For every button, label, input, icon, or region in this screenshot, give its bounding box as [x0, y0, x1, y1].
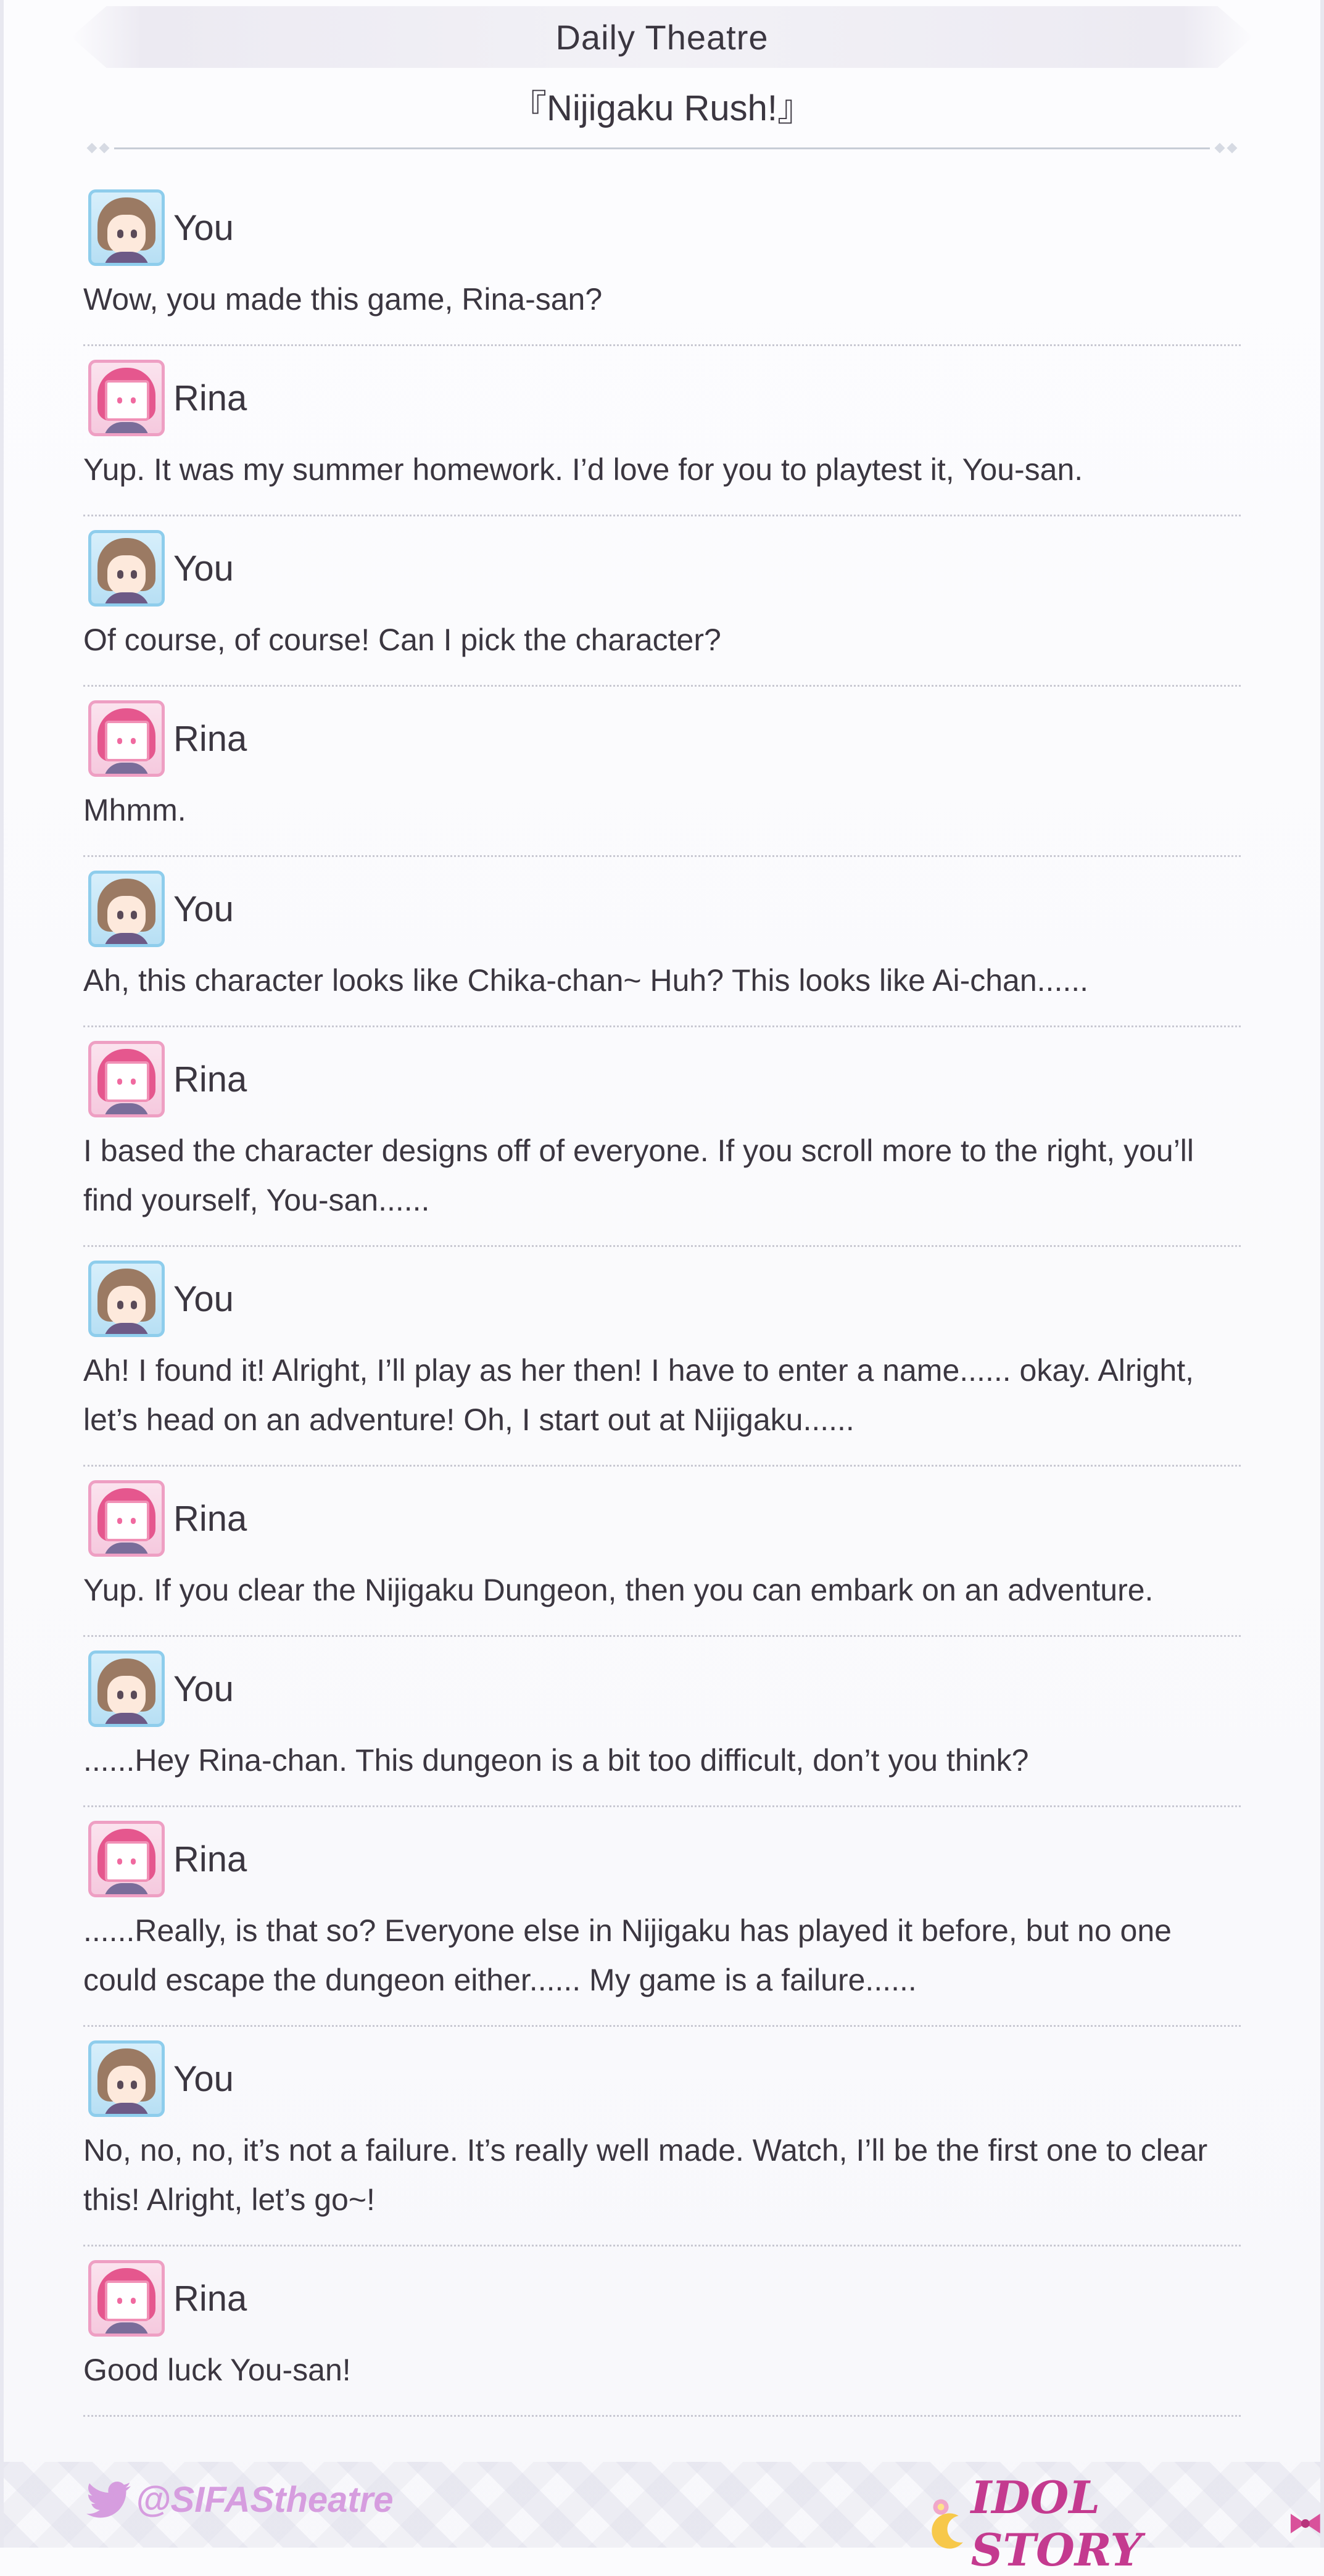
dialogue-text: ......Really, is that so? Everyone else …	[83, 1913, 1172, 1997]
twitter-credit: @SIFAStheatre	[86, 2479, 394, 2520]
twitter-bird-icon	[86, 2481, 131, 2517]
dialogue-text: I based the character designs off of eve…	[83, 1133, 1194, 1217]
dialogue-text: ......Hey Rina-chan. This dungeon is a b…	[83, 1743, 1029, 1778]
speaker-name: You	[173, 207, 234, 248]
rina-avatar-icon	[88, 1041, 165, 1117]
speaker-row: Rina	[88, 1820, 247, 1899]
speaker-name: You	[173, 548, 234, 589]
speaker-row: Rina	[88, 1479, 247, 1558]
speaker-name: Rina	[173, 378, 247, 418]
rina-avatar-icon	[88, 1480, 165, 1557]
speaker-name: Rina	[173, 1059, 247, 1100]
speaker-row: You	[88, 869, 234, 948]
dialogue-text: Of course, of course! Can I pick the cha…	[83, 623, 721, 657]
you-avatar-icon	[88, 530, 165, 607]
dialogue-text: Yup. It was my summer homework. I’d love…	[83, 452, 1083, 487]
you-avatar-icon	[88, 189, 165, 266]
dialogue-entry: You Ah, this character looks like Chika-c…	[83, 857, 1241, 1027]
speaker-row: Rina	[88, 358, 247, 437]
speaker-row: You	[88, 2039, 234, 2118]
dialogue-text: Ah! I found it! Alright, I’ll play as he…	[83, 1353, 1194, 1437]
speaker-name: Rina	[173, 1498, 247, 1539]
speaker-row: You	[88, 1649, 234, 1728]
speaker-row: Rina	[88, 2259, 247, 2338]
rina-avatar-icon	[88, 700, 165, 777]
bow-icon	[1291, 2514, 1321, 2533]
dialogue-entry: Rina Yup. It was my summer homework. I’d …	[83, 346, 1241, 516]
dialogue-text: No, no, no, it’s not a failure. It’s rea…	[83, 2133, 1208, 2217]
dialogue-entry: Rina ......Really, is that so? Everyone e…	[83, 1807, 1241, 2027]
you-avatar-icon	[88, 1261, 165, 1337]
dialogue-entry: Rina Mhmm.	[83, 687, 1241, 857]
dialogue-text: Good luck You-san!	[83, 2353, 351, 2387]
you-avatar-icon	[88, 871, 165, 947]
dialogue-entry: You Ah! I found it! Alright, I’ll play as…	[83, 1247, 1241, 1467]
speaker-name: You	[173, 1278, 234, 1319]
speaker-row: You	[88, 529, 234, 608]
dialogue-text: Mhmm.	[83, 793, 186, 827]
speaker-name: You	[173, 2058, 234, 2099]
episode-title: 『Nijigaku Rush!』	[511, 88, 813, 128]
dialogue-text: Wow, you made this game, Rina-san?	[83, 282, 603, 317]
speaker-row: You	[88, 188, 234, 267]
dialogue-text: Yup. If you clear the Nijigaku Dungeon, …	[83, 1573, 1154, 1607]
rina-avatar-icon	[88, 1821, 165, 1897]
speaker-row: Rina	[88, 1040, 247, 1119]
dialogue-entry: You No, no, no, it’s not a failure. It’s …	[83, 2027, 1241, 2247]
crescent-moon-icon	[932, 2499, 963, 2549]
speaker-name: Rina	[173, 1839, 247, 1879]
speaker-row: Rina	[88, 699, 247, 778]
dialogue-entry: You ......Hey Rina-chan. This dungeon is …	[83, 1637, 1241, 1807]
speaker-row: You	[88, 1259, 234, 1338]
dialogue-entry: You Of course, of course! Can I pick the …	[83, 516, 1241, 687]
brand-logo: IDOL STORY	[925, 2471, 1324, 2576]
speaker-name: Rina	[173, 718, 247, 759]
dialogue-entry: Rina I based the character designs off of…	[83, 1027, 1241, 1247]
brand-text: IDOL STORY	[970, 2471, 1142, 2576]
you-avatar-icon	[88, 2040, 165, 2117]
twitter-handle: @SIFAStheatre	[136, 2480, 394, 2520]
speaker-name: You	[173, 1668, 234, 1709]
you-avatar-icon	[88, 1650, 165, 1727]
speaker-name: You	[173, 888, 234, 929]
header-banner: Daily Theatre	[71, 6, 1253, 68]
dialogue-text: Ah, this character looks like Chika-chan…	[83, 963, 1089, 998]
rina-avatar-icon	[88, 360, 165, 436]
title-divider	[83, 143, 1241, 154]
rina-avatar-icon	[88, 2260, 165, 2337]
page-title: Daily Theatre	[555, 17, 769, 57]
dialogue-list: You Wow, you made this game, Rina-san? Rin…	[83, 176, 1241, 2417]
dialogue-entry: Rina Good luck You-san!	[83, 2247, 1241, 2417]
dialogue-entry: You Wow, you made this game, Rina-san?	[83, 176, 1241, 346]
speaker-name: Rina	[173, 2278, 247, 2319]
dialogue-entry: Rina Yup. If you clear the Nijigaku Dunge…	[83, 1467, 1241, 1637]
